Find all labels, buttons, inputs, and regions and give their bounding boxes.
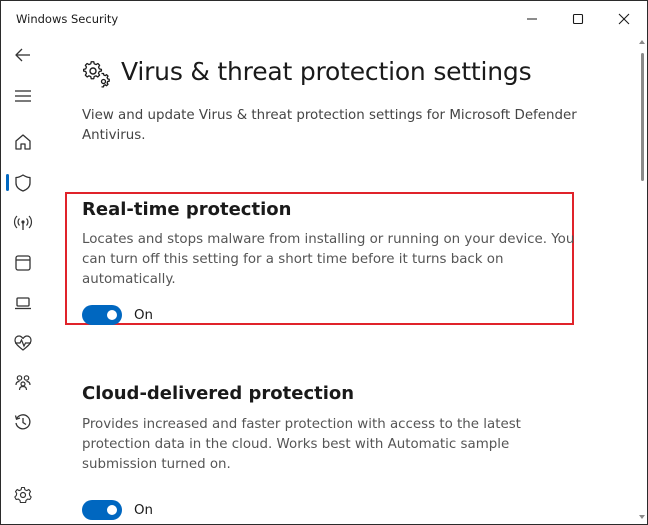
nav-firewall-network[interactable] <box>12 212 34 234</box>
page-title: Virus & threat protection settings <box>121 57 532 86</box>
scroll-down-arrow-icon[interactable] <box>639 515 645 519</box>
nav-settings[interactable] <box>12 484 34 506</box>
nav-home[interactable] <box>12 131 34 153</box>
minimize-icon <box>527 18 537 20</box>
nav-virus-threat-protection[interactable] <box>12 172 34 194</box>
cloud-delivered-protection-toggle[interactable] <box>82 500 122 520</box>
home-icon <box>15 134 31 150</box>
cloud-delivered-protection-toggle-row: On <box>82 500 153 520</box>
nav-family-options[interactable] <box>12 372 34 394</box>
back-button[interactable] <box>12 44 34 66</box>
back-arrow-icon <box>15 48 30 62</box>
toggle-knob <box>107 310 117 320</box>
section-title-real-time-protection: Real-time protection <box>82 199 292 220</box>
nav-app-browser-control[interactable] <box>12 252 34 274</box>
toggle-state-label: On <box>134 502 154 518</box>
maximize-button[interactable] <box>555 1 601 37</box>
real-time-protection-toggle-row: On <box>82 305 153 325</box>
minimize-button[interactable] <box>509 1 555 37</box>
shield-icon <box>15 174 31 192</box>
section-title-cloud-delivered-protection: Cloud-delivered protection <box>82 383 355 404</box>
app-title: Windows Security <box>16 12 119 26</box>
close-button[interactable] <box>601 1 647 37</box>
wireless-antenna-icon <box>13 215 33 230</box>
scroll-thumb[interactable] <box>641 53 644 181</box>
hamburger-menu-icon <box>15 90 31 102</box>
app-window: Windows Security Virus & threat protecti… <box>0 0 648 525</box>
maximize-icon <box>572 13 584 25</box>
nav-device-performance-health[interactable] <box>12 332 34 354</box>
nav-protection-history[interactable] <box>12 411 34 433</box>
active-indicator <box>6 174 9 191</box>
close-icon <box>618 13 630 25</box>
navigation-rail <box>1 37 47 524</box>
scroll-up-arrow-icon[interactable] <box>639 40 645 44</box>
laptop-icon <box>15 297 31 310</box>
title-bar: Windows Security <box>1 1 647 37</box>
menu-button[interactable] <box>12 85 34 107</box>
main-content: Virus & threat protection settings View … <box>47 37 637 524</box>
history-icon <box>14 414 31 430</box>
app-browser-icon <box>15 255 31 271</box>
gears-icon <box>83 61 110 88</box>
section-description-cloud-delivered-protection: Provides increased and faster protection… <box>82 417 521 472</box>
toggle-knob <box>107 505 117 515</box>
heart-pulse-icon <box>14 335 32 351</box>
family-icon <box>15 375 31 391</box>
nav-device-security[interactable] <box>12 292 34 314</box>
real-time-protection-toggle[interactable] <box>82 305 122 325</box>
toggle-state-label: On <box>134 307 154 323</box>
page-description: View and update Virus & threat protectio… <box>82 108 577 143</box>
section-description-real-time-protection: Locates and stops malware from installin… <box>82 232 575 287</box>
settings-gear-icon <box>14 486 32 504</box>
vertical-scrollbar[interactable] <box>637 37 647 524</box>
